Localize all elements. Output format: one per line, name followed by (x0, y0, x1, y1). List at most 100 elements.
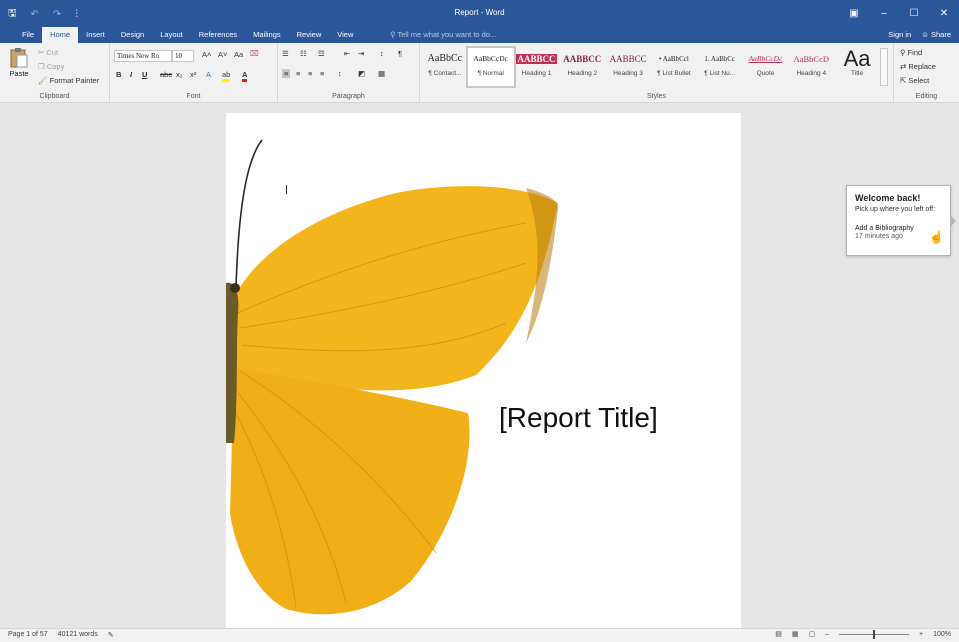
document-page[interactable]: [Report Title] (226, 113, 741, 628)
style-sample: • AaBbCcl (658, 55, 689, 63)
maximize-button[interactable]: ☐ (899, 0, 929, 27)
paste-button[interactable]: Paste (6, 47, 32, 87)
show-hide-button[interactable]: ¶ (398, 49, 402, 58)
ribbon: Paste ✂ Cut ❐ Copy 🖌 Format Painter Clip… (0, 43, 959, 103)
editing-group-label: Editing (915, 93, 938, 100)
style-sample: AABBCC (516, 54, 557, 64)
decrease-indent-button[interactable]: ⇤ (344, 49, 350, 58)
ribbon-display-options-icon[interactable]: ▣ (839, 0, 869, 27)
justify-button[interactable]: ≡ (320, 69, 324, 78)
bullets-button[interactable]: ☰ (282, 49, 289, 58)
share-button[interactable]: ☺ Share (921, 27, 951, 43)
bold-button[interactable]: B (116, 70, 121, 79)
style-normal[interactable]: AaBbCcDc ¶ Normal (465, 46, 516, 88)
style-name: ¶ List Bullet (657, 70, 691, 77)
subscript-button[interactable]: x₂ (176, 70, 183, 79)
style-list-bullet[interactable]: • AaBbCcl ¶ List Bullet (651, 48, 697, 86)
style-heading-4[interactable]: AaBbCcD Heading 4 (788, 48, 834, 86)
welcome-back-popup[interactable]: Welcome back! Pick up where you left off… (846, 185, 956, 256)
tab-insert[interactable]: Insert (78, 27, 113, 43)
style-sample: AaBbCcD (793, 54, 829, 64)
font-group: Times New Ro 10 A˄ A˅ Aa ⌧ B I U abc x₂ … (110, 43, 278, 103)
style-name: Title (851, 70, 864, 77)
word-count[interactable]: 40121 words (58, 631, 98, 639)
increase-indent-button[interactable]: ⇥ (358, 49, 364, 58)
style-heading-3[interactable]: AABBCC Heading 3 (605, 48, 651, 86)
font-family-select[interactable]: Times New Ro (114, 50, 172, 62)
superscript-button[interactable]: x² (190, 70, 196, 79)
select-button[interactable]: ⇱ Select (900, 76, 929, 85)
styles-gallery-scrollbar[interactable] (880, 48, 888, 86)
report-title-placeholder[interactable]: [Report Title] (499, 402, 658, 434)
replace-button[interactable]: ⇄ Replace (900, 62, 936, 71)
align-right-button[interactable]: ≡ (308, 69, 312, 78)
find-button[interactable]: ⚲ Find (900, 48, 922, 57)
tab-file[interactable]: File (14, 27, 42, 43)
style-name: Heading 1 (521, 70, 552, 77)
multilevel-list-button[interactable]: ☲ (318, 49, 325, 58)
read-mode-icon[interactable]: ▤ (775, 630, 782, 638)
tab-references[interactable]: References (191, 27, 245, 43)
highlight-button[interactable]: ab (222, 70, 231, 82)
style-heading-2[interactable]: AABBCC Heading 2 (559, 48, 605, 86)
page-count[interactable]: Page 1 of 57 (8, 631, 48, 639)
proofing-icon[interactable]: ✎ (108, 631, 114, 639)
style-title[interactable]: Aa Title (834, 48, 880, 86)
style-name: Heading 3 (613, 70, 643, 77)
style-heading-1[interactable]: AABBCC Heading 1 (514, 48, 560, 86)
butterfly-image[interactable] (226, 113, 741, 628)
style-list-number[interactable]: 1. AaBbCc ¶ List Nu... (697, 48, 743, 86)
tab-home[interactable]: Home (42, 27, 79, 43)
font-color-button[interactable]: A (242, 70, 248, 82)
tab-mailings[interactable]: Mailings (245, 27, 289, 43)
style-name: Heading 4 (796, 70, 827, 77)
window-title: Report - Word (454, 8, 505, 17)
sign-in-link[interactable]: Sign in (888, 27, 911, 43)
font-group-label: Font (186, 93, 201, 100)
line-spacing-button[interactable]: ↕ (338, 69, 342, 78)
zoom-in-button[interactable]: + (919, 631, 923, 638)
text-effects-button[interactable]: A (206, 70, 211, 79)
tab-view[interactable]: View (329, 27, 361, 43)
strikethrough-button[interactable]: abc (160, 70, 172, 79)
zoom-slider[interactable] (839, 629, 909, 639)
search-icon: ⚲ (900, 48, 906, 57)
print-layout-icon[interactable]: ▦ (792, 630, 799, 638)
styles-group-label: Styles (646, 93, 667, 100)
cut-button[interactable]: ✂ Cut (38, 48, 58, 57)
shrink-font-button[interactable]: A˅ (218, 50, 227, 59)
font-size-select[interactable]: 10 (172, 50, 194, 62)
shading-button[interactable]: ◩ (358, 69, 365, 78)
web-layout-icon[interactable]: ▢ (808, 630, 815, 638)
italic-button[interactable]: I (130, 70, 132, 79)
style-name: ¶ Normal (477, 70, 504, 77)
clipboard-icon (10, 48, 28, 68)
clear-formatting-icon[interactable]: ⌧ (250, 49, 259, 58)
grow-font-button[interactable]: A˄ (202, 50, 211, 59)
style-contact[interactable]: AaBbCc ¶ Contact... (422, 48, 468, 86)
sort-button[interactable]: ↕ (380, 49, 384, 58)
tell-me-label: Tell me what you want to do... (397, 30, 497, 39)
style-sample: Aa (843, 48, 871, 70)
tab-layout[interactable]: Layout (152, 27, 191, 43)
change-case-button[interactable]: Aa (234, 50, 243, 59)
style-quote[interactable]: AaBbCcDc Quote (743, 48, 789, 86)
status-left: Page 1 of 57 40121 words ✎ (8, 631, 114, 639)
align-left-button[interactable]: ≡ (282, 69, 291, 78)
zoom-out-button[interactable]: – (825, 631, 829, 638)
borders-button[interactable]: ▦ (378, 69, 385, 78)
center-button[interactable]: ≡ (296, 69, 300, 78)
styles-gallery: AaBbCc ¶ Contact... AaBbCcDc ¶ Normal AA… (422, 46, 880, 88)
close-button[interactable]: ✕ (929, 0, 959, 27)
numbering-button[interactable]: ☷ (300, 49, 307, 58)
zoom-level[interactable]: 100% (933, 631, 951, 638)
format-painter-button[interactable]: 🖌 Format Painter (38, 76, 99, 85)
minimize-button[interactable]: – (869, 0, 899, 27)
copy-button[interactable]: ❐ Copy (38, 62, 64, 71)
tell-me-search[interactable]: ⚲ Tell me what you want to do... (390, 27, 496, 43)
tab-design[interactable]: Design (113, 27, 152, 43)
zoom-slider-thumb[interactable] (873, 629, 875, 639)
tab-review[interactable]: Review (289, 27, 330, 43)
paragraph-group-label: Paragraph (332, 93, 365, 100)
underline-button[interactable]: U (142, 70, 147, 79)
